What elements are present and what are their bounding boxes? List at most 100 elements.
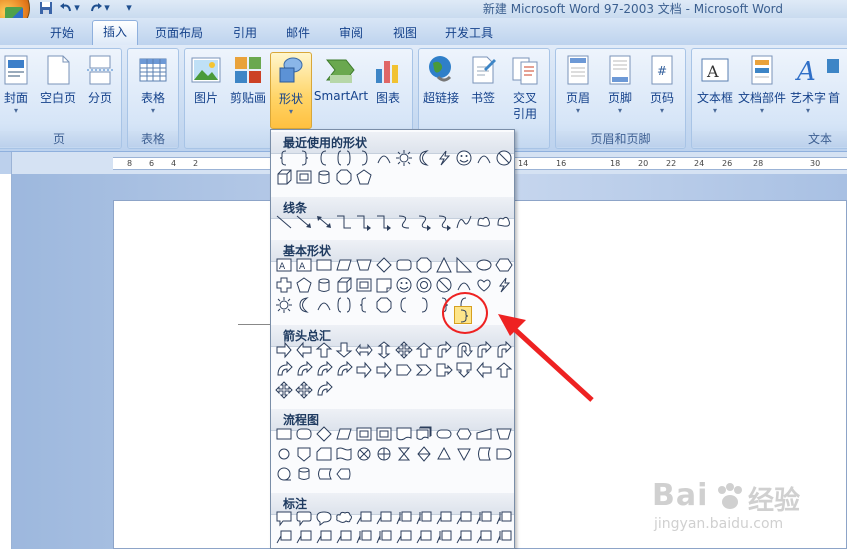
shape-aU-icon[interactable] bbox=[315, 341, 333, 359]
shape-callD-icon[interactable] bbox=[455, 361, 473, 379]
shape-flowSort-icon[interactable] bbox=[415, 445, 433, 463]
shape-cLineB-icon[interactable] bbox=[435, 528, 453, 546]
shape-curveA-icon[interactable] bbox=[435, 213, 453, 231]
shape-bracket-icon[interactable] bbox=[395, 296, 413, 314]
shape-oct-icon[interactable] bbox=[415, 256, 433, 274]
shape-a4-icon[interactable] bbox=[275, 381, 293, 399]
vertical-ruler[interactable] bbox=[0, 174, 12, 549]
shape-cross-icon[interactable] bbox=[275, 276, 293, 294]
picture-button[interactable]: 图片 bbox=[184, 52, 228, 124]
shape-heart-icon[interactable] bbox=[475, 276, 493, 294]
shape-scribble-icon[interactable] bbox=[475, 213, 493, 231]
shape-arc-icon[interactable] bbox=[475, 149, 493, 167]
shape-flowMag-icon[interactable] bbox=[295, 465, 313, 483]
shape-flowColl-icon[interactable] bbox=[395, 445, 413, 463]
shape-bracket-icon[interactable] bbox=[315, 149, 333, 167]
tab-developer[interactable]: 开发工具 bbox=[443, 22, 495, 44]
shape-arc-icon[interactable] bbox=[315, 296, 333, 314]
shape-cOval-icon[interactable] bbox=[315, 509, 333, 527]
shape-pent-icon[interactable] bbox=[295, 276, 313, 294]
shape-oct-icon[interactable] bbox=[375, 296, 393, 314]
shape-larrow-icon[interactable] bbox=[295, 213, 313, 231]
shape-cube-icon[interactable] bbox=[335, 276, 353, 294]
shape-aCurv-icon[interactable] bbox=[295, 361, 313, 379]
shape-para-icon[interactable] bbox=[335, 256, 353, 274]
wordart-button[interactable]: A 艺术字 ▾ bbox=[786, 52, 830, 124]
shape-elbowA-icon[interactable] bbox=[375, 213, 393, 231]
shape-flowProc-icon[interactable] bbox=[275, 425, 293, 443]
shape-moon-icon[interactable] bbox=[295, 296, 313, 314]
shape-curve-icon[interactable] bbox=[395, 213, 413, 231]
shape-flowManOp-icon[interactable] bbox=[495, 425, 513, 443]
shapes-button[interactable]: 形状 ▾ bbox=[270, 52, 312, 129]
shape-cLine-icon[interactable] bbox=[315, 528, 333, 546]
undo-dropdown[interactable]: ▾ bbox=[72, 1, 82, 15]
save-icon[interactable] bbox=[38, 1, 54, 15]
shape-cRect-icon[interactable] bbox=[275, 509, 293, 527]
shape-diamond-icon[interactable] bbox=[315, 425, 333, 443]
tab-view[interactable]: 视图 bbox=[391, 22, 419, 44]
tab-references[interactable]: 引用 bbox=[231, 22, 259, 44]
tab-selector[interactable] bbox=[0, 152, 12, 174]
shape-cCloud-icon[interactable] bbox=[335, 509, 353, 527]
shape-freeform-icon[interactable] bbox=[455, 213, 473, 231]
shape-callR-icon[interactable] bbox=[435, 361, 453, 379]
shape-aU2-icon[interactable] bbox=[455, 341, 473, 359]
shape-bracketR-icon[interactable] bbox=[355, 149, 373, 167]
shape-flowDoc-icon[interactable] bbox=[395, 425, 413, 443]
shape-aCurv-icon[interactable] bbox=[335, 361, 353, 379]
shape-aCurv-icon[interactable] bbox=[315, 381, 333, 399]
shape-cRrect-icon[interactable] bbox=[295, 509, 313, 527]
redo-dropdown[interactable]: ▾ bbox=[102, 1, 112, 15]
tab-review[interactable]: 审阅 bbox=[337, 22, 365, 44]
textbox-button[interactable]: A 文本框 ▾ bbox=[693, 52, 737, 124]
shape-aU-icon[interactable] bbox=[415, 341, 433, 359]
shape-cLineB-icon[interactable] bbox=[475, 509, 493, 527]
cross-reference-button[interactable]: 交叉 引用 bbox=[503, 52, 547, 124]
shape-flowConn-icon[interactable] bbox=[275, 445, 293, 463]
shape-sun-icon[interactable] bbox=[275, 296, 293, 314]
shape-flowOr-icon[interactable] bbox=[375, 445, 393, 463]
shape-rrect-icon[interactable] bbox=[395, 256, 413, 274]
shape-aL-icon[interactable] bbox=[295, 341, 313, 359]
clipart-button[interactable]: 剪贴画 bbox=[226, 52, 270, 124]
shape-cLine-icon[interactable] bbox=[415, 528, 433, 546]
shape-flowDir-icon[interactable] bbox=[315, 465, 333, 483]
shape-flowDisp-icon[interactable] bbox=[335, 465, 353, 483]
shape-aLR-icon[interactable] bbox=[355, 341, 373, 359]
shape-smile-icon[interactable] bbox=[395, 276, 413, 294]
shape-cLine-icon[interactable] bbox=[335, 528, 353, 546]
tab-home[interactable]: 开始 bbox=[48, 22, 76, 44]
shape-aBent-icon[interactable] bbox=[435, 341, 453, 359]
shape-oval-icon[interactable] bbox=[475, 256, 493, 274]
shape-scribble-icon[interactable] bbox=[495, 213, 513, 231]
shape-flowManIn-icon[interactable] bbox=[475, 425, 493, 443]
document-parts-button[interactable]: 文档部件 ▾ bbox=[738, 52, 786, 124]
shape-frame-icon[interactable] bbox=[375, 425, 393, 443]
shape-frame-icon[interactable] bbox=[355, 276, 373, 294]
shape-flowDelay-icon[interactable] bbox=[495, 445, 513, 463]
shape-flowTape-icon[interactable] bbox=[335, 445, 353, 463]
shape-cube-icon[interactable] bbox=[275, 168, 293, 186]
shape-chev-icon[interactable] bbox=[415, 361, 433, 379]
shape-brace-icon[interactable] bbox=[275, 149, 293, 167]
shape-flowCard-icon[interactable] bbox=[315, 445, 333, 463]
shape-aD-icon[interactable] bbox=[335, 341, 353, 359]
shape-moon-icon[interactable] bbox=[415, 149, 433, 167]
shape-flowSeq-icon[interactable] bbox=[275, 465, 293, 483]
chart-button[interactable]: 图表 bbox=[366, 52, 410, 124]
shape-aCurv-icon[interactable] bbox=[275, 361, 293, 379]
dropcap-button[interactable]: 首 bbox=[826, 52, 847, 124]
shape-brace-icon[interactable] bbox=[355, 296, 373, 314]
shape-cLine-icon[interactable] bbox=[295, 528, 313, 546]
shape-flowPrep-icon[interactable] bbox=[455, 425, 473, 443]
shape-bracketR-icon[interactable] bbox=[415, 296, 433, 314]
shape-cLine-icon[interactable] bbox=[475, 528, 493, 546]
shape-noentry-icon[interactable] bbox=[495, 149, 513, 167]
footer-button[interactable]: 页脚 ▾ bbox=[598, 52, 642, 124]
shape-aCurv-icon[interactable] bbox=[315, 361, 333, 379]
shape-cLineB-icon[interactable] bbox=[495, 528, 513, 546]
shape-textbox-icon[interactable]: A bbox=[275, 256, 293, 274]
shape-aR-icon[interactable] bbox=[375, 361, 393, 379]
shape-arc-icon[interactable] bbox=[375, 149, 393, 167]
